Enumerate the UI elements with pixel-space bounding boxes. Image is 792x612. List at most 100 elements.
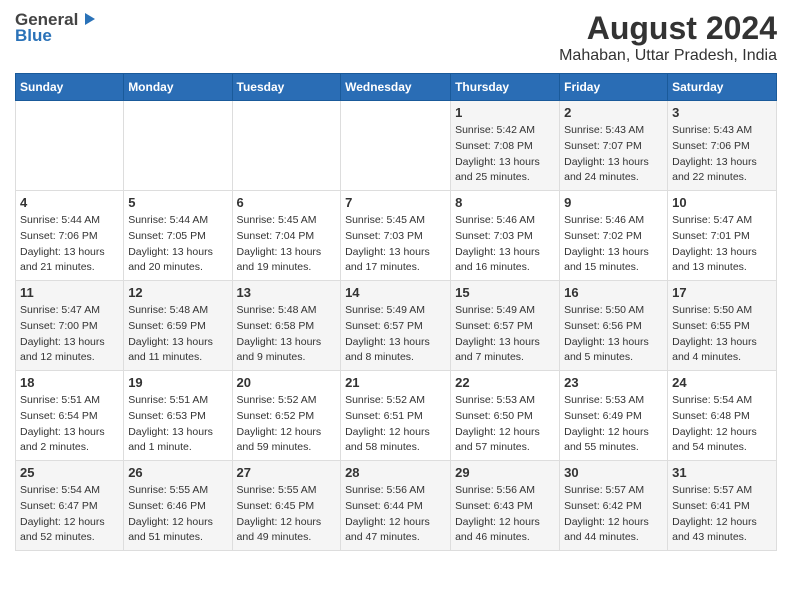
- day-number: 6: [237, 195, 337, 210]
- calendar-cell: 23 Sunrise: 5:53 AM Sunset: 6:49 PM Dayli…: [560, 371, 668, 461]
- day-info: Sunrise: 5:57 AM Sunset: 6:42 PM Dayligh…: [564, 483, 663, 546]
- day-number: 19: [128, 375, 227, 390]
- calendar-cell: 20Sunrise: 5:52 AM Sunset: 6:52 PM Dayli…: [232, 371, 341, 461]
- day-number: 13: [237, 285, 337, 300]
- title-block: August 2024 Mahaban, Uttar Pradesh, Indi…: [559, 10, 777, 65]
- day-info: Sunrise: 5:45 AM Sunset: 7:03 PM Dayligh…: [345, 213, 446, 276]
- day-info: Sunrise: 5:42 AM Sunset: 7:08 PM Dayligh…: [455, 123, 555, 186]
- day-number: 31: [672, 465, 772, 480]
- calendar-cell: 29Sunrise: 5:56 AM Sunset: 6:43 PM Dayli…: [451, 461, 560, 551]
- day-number: 1: [455, 105, 555, 120]
- day-number: 15: [455, 285, 555, 300]
- day-info: Sunrise: 5:43 AM Sunset: 7:07 PM Dayligh…: [564, 123, 663, 186]
- header-cell-sunday: Sunday: [16, 74, 124, 101]
- day-number: 14: [345, 285, 446, 300]
- calendar-cell: 31Sunrise: 5:57 AM Sunset: 6:41 PM Dayli…: [668, 461, 777, 551]
- day-number: 28: [345, 465, 446, 480]
- day-info: Sunrise: 5:56 AM Sunset: 6:44 PM Dayligh…: [345, 483, 446, 546]
- calendar-cell: 13 Sunrise: 5:48 AM Sunset: 6:58 PM Dayli…: [232, 281, 341, 371]
- calendar-cell: 18 Sunrise: 5:51 AM Sunset: 6:54 PM Dayli…: [16, 371, 124, 461]
- day-info: Sunrise: 5:55 AM Sunset: 6:45 PM Dayligh…: [237, 483, 337, 546]
- calendar-cell: 17 Sunrise: 5:50 AM Sunset: 6:55 PM Dayli…: [668, 281, 777, 371]
- calendar-cell: 11Sunrise: 5:47 AM Sunset: 7:00 PM Dayli…: [16, 281, 124, 371]
- day-number: 24: [672, 375, 772, 390]
- day-info: Sunrise: 5:44 AM Sunset: 7:05 PM Dayligh…: [128, 213, 227, 276]
- day-number: 16: [564, 285, 663, 300]
- header-cell-thursday: Thursday: [451, 74, 560, 101]
- calendar-cell: [341, 101, 451, 191]
- day-info: Sunrise: 5:52 AM Sunset: 6:51 PM Dayligh…: [345, 393, 446, 456]
- calendar-cell: 9 Sunrise: 5:46 AM Sunset: 7:02 PM Daylig…: [560, 191, 668, 281]
- calendar-cell: 5 Sunrise: 5:44 AM Sunset: 7:05 PM Daylig…: [124, 191, 232, 281]
- calendar-week-1: 1 Sunrise: 5:42 AM Sunset: 7:08 PM Daylig…: [16, 101, 777, 191]
- calendar-cell: 7Sunrise: 5:45 AM Sunset: 7:03 PM Daylig…: [341, 191, 451, 281]
- day-number: 23: [564, 375, 663, 390]
- calendar-cell: 15 Sunrise: 5:49 AM Sunset: 6:57 PM Dayli…: [451, 281, 560, 371]
- day-info: Sunrise: 5:53 AM Sunset: 6:50 PM Dayligh…: [455, 393, 555, 456]
- page-header: General Blue August 2024 Mahaban, Uttar …: [15, 10, 777, 65]
- day-info: Sunrise: 5:45 AM Sunset: 7:04 PM Dayligh…: [237, 213, 337, 276]
- day-number: 17: [672, 285, 772, 300]
- day-info: Sunrise: 5:50 AM Sunset: 6:55 PM Dayligh…: [672, 303, 772, 366]
- day-number: 22: [455, 375, 555, 390]
- logo-arrow-icon: [81, 11, 97, 27]
- header-cell-wednesday: Wednesday: [341, 74, 451, 101]
- day-number: 25: [20, 465, 119, 480]
- logo-blue-text: Blue: [15, 26, 52, 46]
- day-number: 29: [455, 465, 555, 480]
- day-info: Sunrise: 5:46 AM Sunset: 7:02 PM Dayligh…: [564, 213, 663, 276]
- day-info: Sunrise: 5:46 AM Sunset: 7:03 PM Dayligh…: [455, 213, 555, 276]
- calendar-week-3: 11Sunrise: 5:47 AM Sunset: 7:00 PM Dayli…: [16, 281, 777, 371]
- day-info: Sunrise: 5:54 AM Sunset: 6:47 PM Dayligh…: [20, 483, 119, 546]
- day-number: 4: [20, 195, 119, 210]
- day-number: 21: [345, 375, 446, 390]
- day-info: Sunrise: 5:47 AM Sunset: 7:01 PM Dayligh…: [672, 213, 772, 276]
- day-number: 2: [564, 105, 663, 120]
- day-info: Sunrise: 5:51 AM Sunset: 6:54 PM Dayligh…: [20, 393, 119, 456]
- header-cell-monday: Monday: [124, 74, 232, 101]
- day-number: 8: [455, 195, 555, 210]
- day-info: Sunrise: 5:49 AM Sunset: 6:57 PM Dayligh…: [345, 303, 446, 366]
- day-info: Sunrise: 5:44 AM Sunset: 7:06 PM Dayligh…: [20, 213, 119, 276]
- header-cell-saturday: Saturday: [668, 74, 777, 101]
- header-row: SundayMondayTuesdayWednesdayThursdayFrid…: [16, 74, 777, 101]
- day-number: 26: [128, 465, 227, 480]
- calendar-cell: 6 Sunrise: 5:45 AM Sunset: 7:04 PM Daylig…: [232, 191, 341, 281]
- calendar-cell: 21 Sunrise: 5:52 AM Sunset: 6:51 PM Dayli…: [341, 371, 451, 461]
- day-info: Sunrise: 5:55 AM Sunset: 6:46 PM Dayligh…: [128, 483, 227, 546]
- calendar-cell: 14 Sunrise: 5:49 AM Sunset: 6:57 PM Dayli…: [341, 281, 451, 371]
- calendar-cell: 24 Sunrise: 5:54 AM Sunset: 6:48 PM Dayli…: [668, 371, 777, 461]
- calendar-cell: 16 Sunrise: 5:50 AM Sunset: 6:56 PM Dayli…: [560, 281, 668, 371]
- day-number: 9: [564, 195, 663, 210]
- calendar-cell: [16, 101, 124, 191]
- day-info: Sunrise: 5:48 AM Sunset: 6:58 PM Dayligh…: [237, 303, 337, 366]
- page-subtitle: Mahaban, Uttar Pradesh, India: [559, 47, 777, 65]
- header-cell-tuesday: Tuesday: [232, 74, 341, 101]
- calendar-cell: 19 Sunrise: 5:51 AM Sunset: 6:53 PM Dayli…: [124, 371, 232, 461]
- day-number: 3: [672, 105, 772, 120]
- day-number: 18: [20, 375, 119, 390]
- calendar-cell: 26 Sunrise: 5:55 AM Sunset: 6:46 PM Dayli…: [124, 461, 232, 551]
- day-info: Sunrise: 5:54 AM Sunset: 6:48 PM Dayligh…: [672, 393, 772, 456]
- day-info: Sunrise: 5:49 AM Sunset: 6:57 PM Dayligh…: [455, 303, 555, 366]
- day-info: Sunrise: 5:51 AM Sunset: 6:53 PM Dayligh…: [128, 393, 227, 456]
- calendar-week-2: 4 Sunrise: 5:44 AM Sunset: 7:06 PM Daylig…: [16, 191, 777, 281]
- day-number: 12: [128, 285, 227, 300]
- calendar-cell: 10Sunrise: 5:47 AM Sunset: 7:01 PM Dayli…: [668, 191, 777, 281]
- day-info: Sunrise: 5:47 AM Sunset: 7:00 PM Dayligh…: [20, 303, 119, 366]
- calendar-cell: 27 Sunrise: 5:55 AM Sunset: 6:45 PM Dayli…: [232, 461, 341, 551]
- calendar-cell: [124, 101, 232, 191]
- day-info: Sunrise: 5:48 AM Sunset: 6:59 PM Dayligh…: [128, 303, 227, 366]
- calendar-cell: 25 Sunrise: 5:54 AM Sunset: 6:47 PM Dayli…: [16, 461, 124, 551]
- day-number: 27: [237, 465, 337, 480]
- day-info: Sunrise: 5:43 AM Sunset: 7:06 PM Dayligh…: [672, 123, 772, 186]
- calendar-cell: 4 Sunrise: 5:44 AM Sunset: 7:06 PM Daylig…: [16, 191, 124, 281]
- calendar-cell: 22 Sunrise: 5:53 AM Sunset: 6:50 PM Dayli…: [451, 371, 560, 461]
- day-number: 5: [128, 195, 227, 210]
- calendar-body: 1 Sunrise: 5:42 AM Sunset: 7:08 PM Daylig…: [16, 101, 777, 551]
- calendar-cell: 8 Sunrise: 5:46 AM Sunset: 7:03 PM Daylig…: [451, 191, 560, 281]
- day-info: Sunrise: 5:50 AM Sunset: 6:56 PM Dayligh…: [564, 303, 663, 366]
- calendar-week-5: 25 Sunrise: 5:54 AM Sunset: 6:47 PM Dayli…: [16, 461, 777, 551]
- day-info: Sunrise: 5:53 AM Sunset: 6:49 PM Dayligh…: [564, 393, 663, 456]
- calendar-cell: 12 Sunrise: 5:48 AM Sunset: 6:59 PM Dayli…: [124, 281, 232, 371]
